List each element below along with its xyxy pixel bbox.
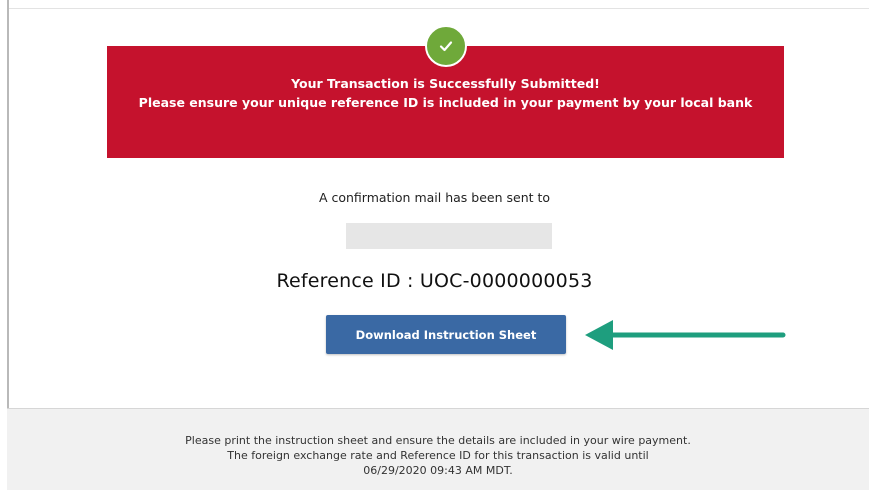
redacted-email	[346, 223, 552, 249]
footer-line-expiry: 06/29/2020 09:43 AM MDT.	[363, 464, 513, 477]
check-icon	[425, 25, 467, 67]
success-title: Your Transaction is Successfully Submitt…	[291, 76, 600, 91]
check-mark	[439, 41, 453, 52]
reference-id: Reference ID : UOC-0000000053	[276, 270, 593, 292]
top-border	[7, 8, 869, 9]
arrow-left-icon	[585, 320, 786, 350]
footer-line-validity: The foreign exchange rate and Reference …	[227, 449, 649, 462]
success-message: Please ensure your unique reference ID i…	[138, 95, 753, 110]
confirmation-page: Your Transaction is Successfully Submitt…	[0, 0, 869, 490]
footer-notice: Please print the instruction sheet and e…	[7, 408, 869, 490]
confirmation-mail-text: A confirmation mail has been sent to	[318, 190, 551, 205]
download-instruction-sheet-button[interactable]: Download Instruction Sheet	[326, 315, 566, 354]
footer-line-print: Please print the instruction sheet and e…	[185, 434, 691, 447]
